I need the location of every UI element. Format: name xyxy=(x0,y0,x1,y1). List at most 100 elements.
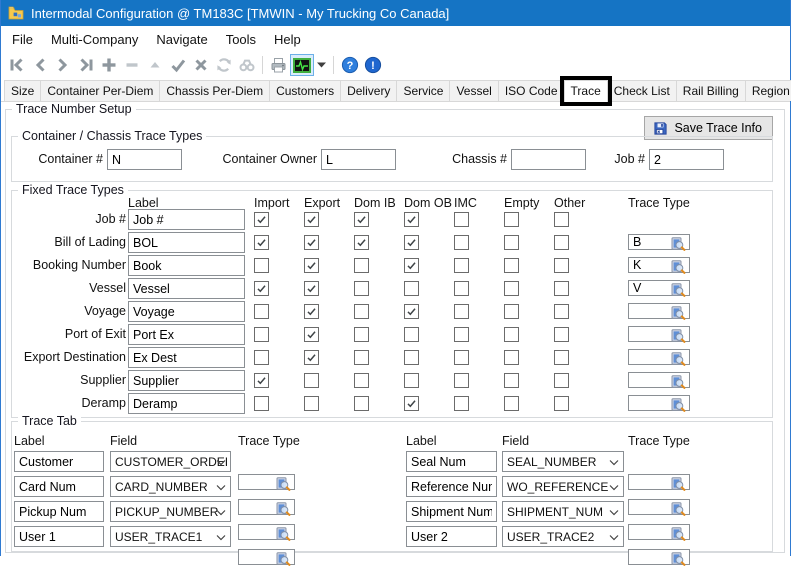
checkbox-empty-supplier[interactable] xyxy=(504,373,519,388)
sort-icon[interactable] xyxy=(143,54,166,76)
checkbox-dom-ib-voyage[interactable] xyxy=(354,304,369,319)
checkbox-dom-ob-booking-number[interactable] xyxy=(404,258,419,273)
lookup-icon[interactable] xyxy=(377,152,393,167)
checkbox-dom-ob-voyage[interactable] xyxy=(404,304,419,319)
delete-record-icon[interactable] xyxy=(120,54,143,76)
tab-region[interactable]: Region xyxy=(745,80,791,101)
label-input-export-destination[interactable] xyxy=(128,347,245,368)
tab-rail-billing[interactable]: Rail Billing xyxy=(676,80,746,101)
lookup-icon[interactable] xyxy=(163,152,179,167)
checkbox-export-bill-of-lading[interactable] xyxy=(304,235,319,250)
checkbox-other-booking-number[interactable] xyxy=(554,258,569,273)
checkbox-imc-vessel[interactable] xyxy=(454,281,469,296)
label-input-deramp[interactable] xyxy=(128,393,245,414)
checkbox-import-export-destination[interactable] xyxy=(254,350,269,365)
lookup-icon[interactable] xyxy=(671,329,687,344)
checkbox-dom-ob-job[interactable] xyxy=(404,212,419,227)
checkbox-other-voyage[interactable] xyxy=(554,304,569,319)
print-icon[interactable] xyxy=(267,54,290,76)
container-number-input[interactable] xyxy=(108,151,163,168)
lookup-icon[interactable] xyxy=(671,398,687,413)
label-input-supplier[interactable] xyxy=(128,370,245,391)
checkbox-dom-ib-job[interactable] xyxy=(354,212,369,227)
about-icon[interactable]: ! xyxy=(361,54,384,76)
tab-delivery[interactable]: Delivery xyxy=(340,80,397,101)
menu-item-file[interactable]: File xyxy=(3,28,42,51)
checkbox-import-supplier[interactable] xyxy=(254,373,269,388)
chassis-number-input[interactable] xyxy=(512,151,567,168)
refresh-icon[interactable] xyxy=(212,54,235,76)
datawindow-icon[interactable] xyxy=(290,54,314,76)
checkbox-empty-port-of-exit[interactable] xyxy=(504,327,519,342)
find-icon[interactable] xyxy=(235,54,258,76)
checkbox-dom-ob-bill-of-lading[interactable] xyxy=(404,235,419,250)
menu-item-multi-company[interactable]: Multi-Company xyxy=(42,28,147,51)
checkbox-empty-vessel[interactable] xyxy=(504,281,519,296)
checkbox-dom-ib-bill-of-lading[interactable] xyxy=(354,235,369,250)
checkbox-imc-booking-number[interactable] xyxy=(454,258,469,273)
checkbox-empty-bill-of-lading[interactable] xyxy=(504,235,519,250)
checkbox-other-port-of-exit[interactable] xyxy=(554,327,569,342)
checkbox-imc-export-destination[interactable] xyxy=(454,350,469,365)
checkbox-dom-ib-supplier[interactable] xyxy=(354,373,369,388)
lookup-icon[interactable] xyxy=(671,375,687,390)
tab-check-list[interactable]: Check List xyxy=(607,80,677,101)
checkbox-empty-booking-number[interactable] xyxy=(504,258,519,273)
lookup-icon[interactable] xyxy=(671,237,687,252)
checkbox-other-bill-of-lading[interactable] xyxy=(554,235,569,250)
checkbox-other-supplier[interactable] xyxy=(554,373,569,388)
checkbox-dom-ob-vessel[interactable] xyxy=(404,281,419,296)
field-select-seal-num[interactable]: SEAL_NUMBER xyxy=(502,451,624,472)
lookup-icon[interactable] xyxy=(705,152,721,167)
label-input-bill-of-lading[interactable] xyxy=(128,232,245,253)
menu-item-tools[interactable]: Tools xyxy=(217,28,265,51)
checkbox-dom-ib-booking-number[interactable] xyxy=(354,258,369,273)
checkbox-other-export-destination[interactable] xyxy=(554,350,569,365)
checkbox-export-export-destination[interactable] xyxy=(304,350,319,365)
checkbox-dom-ob-supplier[interactable] xyxy=(404,373,419,388)
checkbox-empty-deramp[interactable] xyxy=(504,396,519,411)
checkbox-imc-supplier[interactable] xyxy=(454,373,469,388)
tab-vessel[interactable]: Vessel xyxy=(449,80,498,101)
checkbox-export-port-of-exit[interactable] xyxy=(304,327,319,342)
checkbox-empty-export-destination[interactable] xyxy=(504,350,519,365)
checkbox-import-job[interactable] xyxy=(254,212,269,227)
job-number-input[interactable] xyxy=(650,151,705,168)
lookup-icon[interactable] xyxy=(276,552,292,567)
first-record-icon[interactable] xyxy=(5,54,28,76)
checkbox-dom-ob-export-destination[interactable] xyxy=(404,350,419,365)
label-input-port-of-exit[interactable] xyxy=(128,324,245,345)
checkbox-imc-deramp[interactable] xyxy=(454,396,469,411)
help-icon[interactable]: ? xyxy=(338,54,361,76)
lookup-icon[interactable] xyxy=(671,283,687,298)
label-input-user-2[interactable] xyxy=(406,526,497,547)
checkbox-other-job[interactable] xyxy=(554,212,569,227)
field-select-user-2[interactable]: USER_TRACE2 xyxy=(502,526,624,547)
accept-icon[interactable] xyxy=(166,54,189,76)
checkbox-imc-job[interactable] xyxy=(454,212,469,227)
checkbox-import-deramp[interactable] xyxy=(254,396,269,411)
dropdown-arrow-icon[interactable] xyxy=(314,54,329,76)
tab-trace[interactable]: Trace xyxy=(564,80,608,102)
tab-size[interactable]: Size xyxy=(4,80,41,101)
container-owner-input[interactable] xyxy=(322,151,377,168)
checkbox-import-booking-number[interactable] xyxy=(254,258,269,273)
checkbox-dom-ib-export-destination[interactable] xyxy=(354,350,369,365)
menu-item-help[interactable]: Help xyxy=(265,28,310,51)
lookup-icon[interactable] xyxy=(671,352,687,367)
checkbox-empty-job[interactable] xyxy=(504,212,519,227)
checkbox-dom-ib-vessel[interactable] xyxy=(354,281,369,296)
label-input-booking-number[interactable] xyxy=(128,255,245,276)
add-record-icon[interactable] xyxy=(97,54,120,76)
label-input-shipment-num[interactable] xyxy=(406,501,497,522)
checkbox-empty-voyage[interactable] xyxy=(504,304,519,319)
tab-container-per-diem[interactable]: Container Per-Diem xyxy=(40,80,160,101)
menu-item-navigate[interactable]: Navigate xyxy=(147,28,216,51)
checkbox-other-deramp[interactable] xyxy=(554,396,569,411)
checkbox-dom-ob-deramp[interactable] xyxy=(404,396,419,411)
checkbox-export-deramp[interactable] xyxy=(304,396,319,411)
field-select-shipment-num[interactable]: SHIPMENT_NUM xyxy=(502,501,624,522)
checkbox-export-voyage[interactable] xyxy=(304,304,319,319)
checkbox-import-vessel[interactable] xyxy=(254,281,269,296)
tab-service[interactable]: Service xyxy=(396,80,450,101)
